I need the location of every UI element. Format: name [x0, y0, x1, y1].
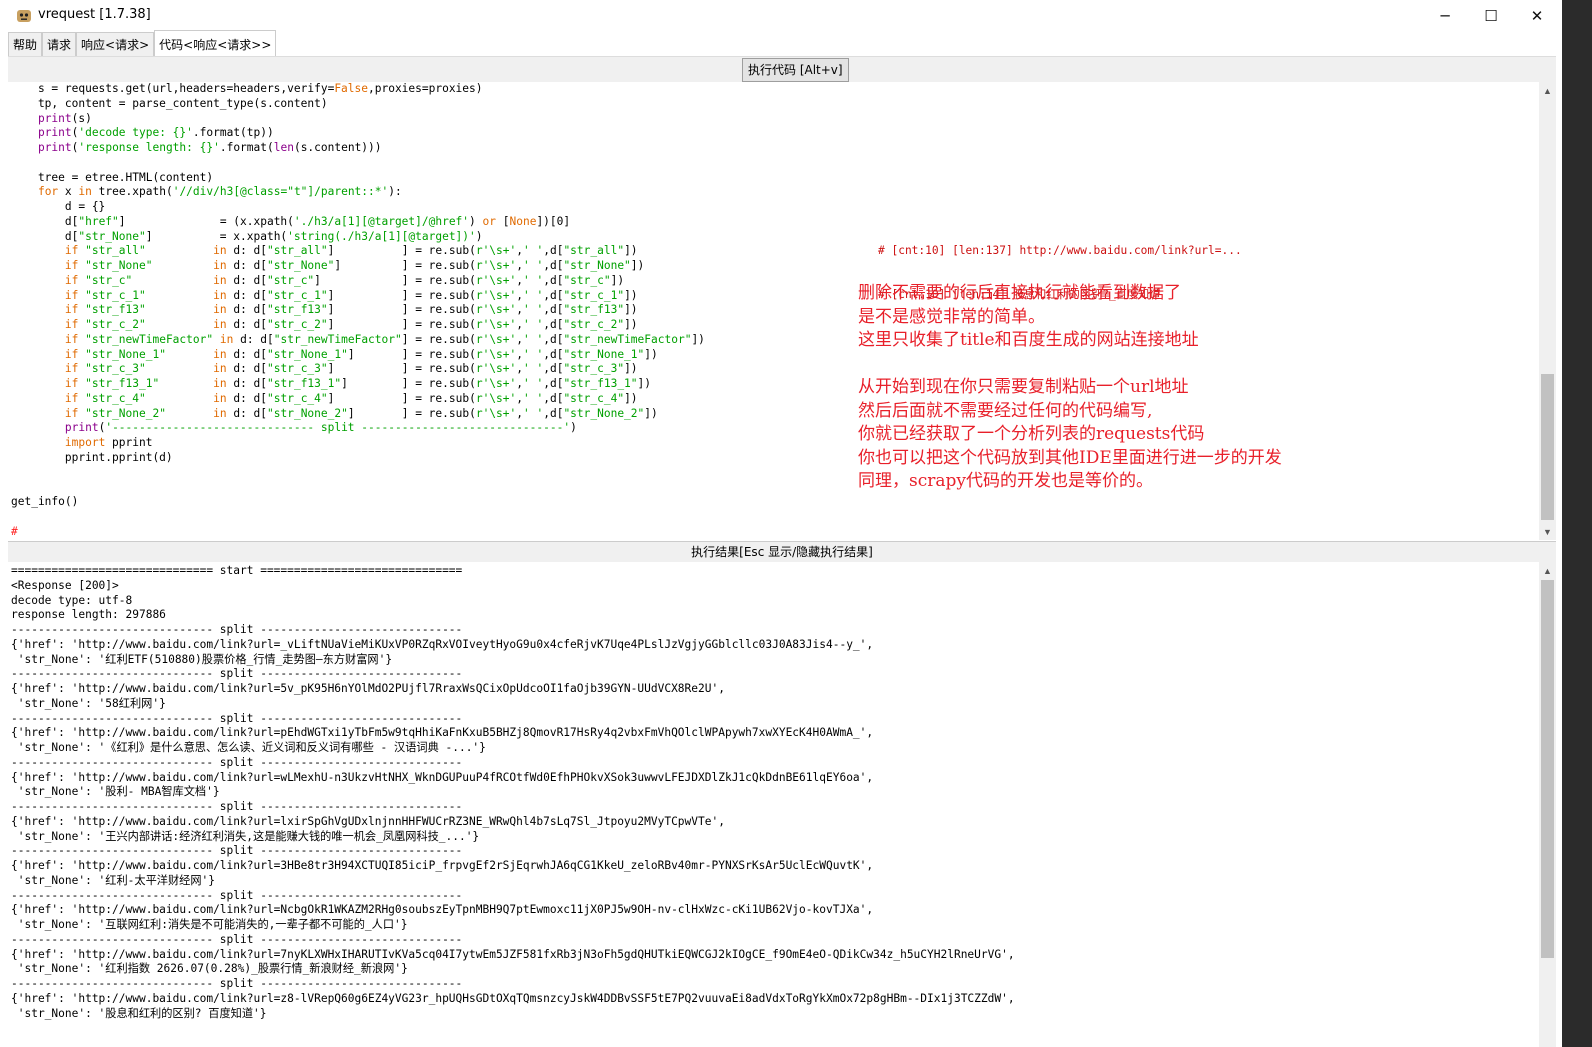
code-line: if "str_None_1" in d: d["str_None_1"] ] … — [64, 347, 658, 361]
output-line: ------------------------------ split ---… — [11, 844, 463, 858]
scroll-up-icon[interactable]: ▲ — [1539, 82, 1556, 99]
code-line: tree = etree.HTML(content) — [11, 170, 214, 184]
annotation-line: 从开始到现在你只需要复制粘贴一个url地址 — [858, 377, 1189, 397]
output-line: 'str_None': '王兴内部讲话:经济红利消失,这是能赚大钱的唯一机会_凤… — [11, 829, 480, 843]
code-text[interactable]: s = requests.get(url,headers=headers,ver… — [11, 82, 705, 539]
output-line: {'href': 'http://www.baidu.com/link?url=… — [11, 682, 725, 695]
output-line: <Response [200]> — [11, 578, 119, 592]
output-line: {'href': 'http://www.baidu.com/link?url=… — [11, 814, 725, 828]
output-line: {'href': 'http://www.baidu.com/link?url=… — [11, 903, 874, 917]
code-line: tp, content = parse_content_type(s.conte… — [11, 96, 328, 110]
background-window — [1562, 0, 1592, 1047]
minimize-button[interactable]: ─ — [1422, 0, 1468, 32]
code-line: get_info() — [11, 495, 79, 508]
code-line: if "str_None_2" in d: d["str_None_2"] ] … — [64, 406, 658, 420]
code-line: d["str_None"] = x.xpath('string(./h3/a[1… — [11, 229, 483, 243]
output-line: 'str_None': '股息和红利的区别? 百度知道'} — [11, 1006, 267, 1020]
close-button[interactable]: ✕ — [1514, 0, 1560, 32]
tab-response[interactable]: 响应<请求> — [76, 32, 155, 56]
editor-scrollbar[interactable]: ▲ ▼ — [1539, 82, 1556, 540]
output-scrollbar[interactable]: ▲ — [1539, 562, 1556, 1047]
output-line: ------------------------------ split ---… — [11, 623, 463, 636]
code-line: print(s) — [37, 111, 92, 125]
inline-comment: # [cnt:10] [len:137] http://www.baidu.co… — [878, 243, 1242, 257]
code-line: print('------------------------------ sp… — [64, 421, 577, 435]
window-title: vrequest [1.7.38] — [38, 7, 151, 22]
output-line: ------------------------------ split ---… — [11, 667, 463, 681]
output-line: {'href': 'http://www.baidu.com/link?url=… — [11, 726, 874, 740]
annotation-line: 你也可以把这个代码放到其他IDE里面进行进一步的开发 — [858, 447, 1282, 468]
code-line: if "str_c_1" in d: d["str_c_1"] ] = re.s… — [64, 288, 638, 302]
code-line: s = requests.get(url,headers=headers,ver… — [11, 82, 483, 95]
code-line: if "str_c_3" in d: d["str_c_3"] ] = re.s… — [64, 362, 638, 376]
annotation-line: 这里只收集了title和百度生成的网站连接地址 — [858, 330, 1199, 350]
annotation-line: 删除不需要的行后直接执行就能看到数据了 — [858, 283, 1181, 303]
output-line: {'href': 'http://www.baidu.com/link?url=… — [11, 859, 874, 872]
code-line: if "str_c_2" in d: d["str_c_2"] ] = re.s… — [64, 318, 638, 331]
code-line: import pprint — [64, 436, 153, 449]
output-line: {'href': 'http://www.baidu.com/link?url=… — [11, 991, 1015, 1005]
code-line: d["href"] = (x.xpath('./h3/a[1][@target]… — [11, 214, 571, 228]
output-line: 'str_None': '股利- MBA智库文档'} — [11, 785, 220, 799]
output-line: ------------------------------ split ---… — [11, 711, 463, 725]
code-line: print('decode type: {}'.format(tp)) — [37, 126, 274, 140]
output-line: 'str_None': '红利-太平洋财经网'} — [11, 873, 216, 887]
code-line: if "str_None" in d: d["str_None"] ] = re… — [64, 259, 645, 272]
code-line: if "str_c_4" in d: d["str_c_4"] ] = re.s… — [64, 391, 638, 405]
output-line: ------------------------------ split ---… — [11, 932, 463, 946]
output-line: {'href': 'http://www.baidu.com/link?url=… — [11, 770, 874, 784]
editor-scroll-thumb[interactable] — [1541, 374, 1554, 520]
app-window: vrequest [1.7.38] ─ ☐ ✕ 帮助 请求 响应<请求> 代码<… — [0, 0, 1562, 1047]
code-editor[interactable]: s = requests.get(url,headers=headers,ver… — [8, 82, 1539, 540]
code-line: pprint.pprint(d) — [11, 450, 173, 464]
output-line: response length: 297886 — [11, 608, 166, 622]
annotation-line — [858, 353, 1282, 377]
maximize-button[interactable]: ☐ — [1468, 0, 1514, 32]
annotation-note: 删除不需要的行后直接执行就能看到数据了 是不是感觉非常的简单。这里只收集了titl… — [858, 282, 1282, 494]
output-line: 'str_None': '红利ETF(510880)股票价格_行情_走势图—东方… — [11, 652, 393, 666]
code-line: if "str_all" in d: d["str_all"] ] = re.s… — [64, 244, 638, 258]
code-line: for x in tree.xpath('//div/h3[@class="t"… — [37, 185, 402, 199]
run-code-button[interactable]: 执行代码 [Alt+v] — [742, 58, 849, 82]
result-panel-header[interactable]: 执行结果[Esc 显示/隐藏执行结果] — [8, 541, 1556, 563]
scroll-up-icon[interactable]: ▲ — [1539, 562, 1556, 579]
toolbar: 执行代码 [Alt+v] — [8, 56, 1556, 83]
output-line: ------------------------------ split ---… — [11, 977, 463, 990]
output-line: ------------------------------ split ---… — [11, 888, 463, 902]
tab-request[interactable]: 请求 — [42, 32, 77, 56]
code-line: print('response length: {}'.format(len(s… — [37, 141, 382, 154]
annotation-line: 同理，scrapy代码的开发也是等价的。 — [858, 471, 1153, 491]
code-line: d = {} — [11, 200, 106, 213]
output-panel[interactable]: ============================== start ===… — [8, 562, 1539, 1047]
output-scroll-thumb[interactable] — [1541, 580, 1554, 958]
output-line: ------------------------------ split ---… — [11, 800, 463, 813]
code-line: if "str_f13" in d: d["str_f13"] ] = re.s… — [64, 303, 638, 317]
output-line: ------------------------------ split ---… — [11, 755, 463, 769]
annotation-line: 然后后面就不需要经过任何的代码编写, — [858, 400, 1153, 421]
output-line: decode type: utf-8 — [11, 593, 133, 607]
output-text: ============================== start ===… — [11, 564, 1015, 1021]
code-line: if "str_newTimeFactor" in d: d["str_newT… — [64, 332, 705, 346]
output-line: 'str_None': '互联网红利:消失是不可能消失的,一辈子都不可能的_人口… — [11, 918, 408, 931]
output-line: 'str_None': '58红利网'} — [11, 696, 166, 710]
output-line: 'str_None': '《红利》是什么意思、怎么读、近义词和反义词有哪些 - … — [11, 741, 486, 754]
tab-help[interactable]: 帮助 — [8, 32, 43, 56]
output-line: {'href': 'http://www.baidu.com/link?url=… — [11, 637, 874, 651]
title-bar: vrequest [1.7.38] ─ ☐ ✕ — [0, 0, 1562, 32]
app-logo-icon — [16, 8, 32, 24]
output-line: {'href': 'http://www.baidu.com/link?url=… — [11, 947, 1015, 961]
code-line: if "str_f13_1" in d: d["str_f13_1"] ] = … — [64, 377, 652, 390]
tab-bar: 帮助 请求 响应<请求> 代码<响应<请求>> — [8, 30, 277, 56]
code-line: if "str_c" in d: d["str_c"] ] = re.sub(r… — [64, 273, 625, 287]
tab-code[interactable]: 代码<响应<请求>> — [154, 30, 277, 56]
annotation-line: 你就已经获取了一个分析列表的requests代码 — [858, 424, 1205, 444]
scroll-down-icon[interactable]: ▼ — [1539, 523, 1556, 540]
output-line: ============================== start ===… — [11, 564, 463, 577]
output-line: 'str_None': '红利指数 2626.07(0.28%)_股票行情_新浪… — [11, 962, 408, 976]
annotation-line: 是不是感觉非常的简单。 — [858, 306, 1045, 327]
code-line: # — [11, 524, 18, 538]
